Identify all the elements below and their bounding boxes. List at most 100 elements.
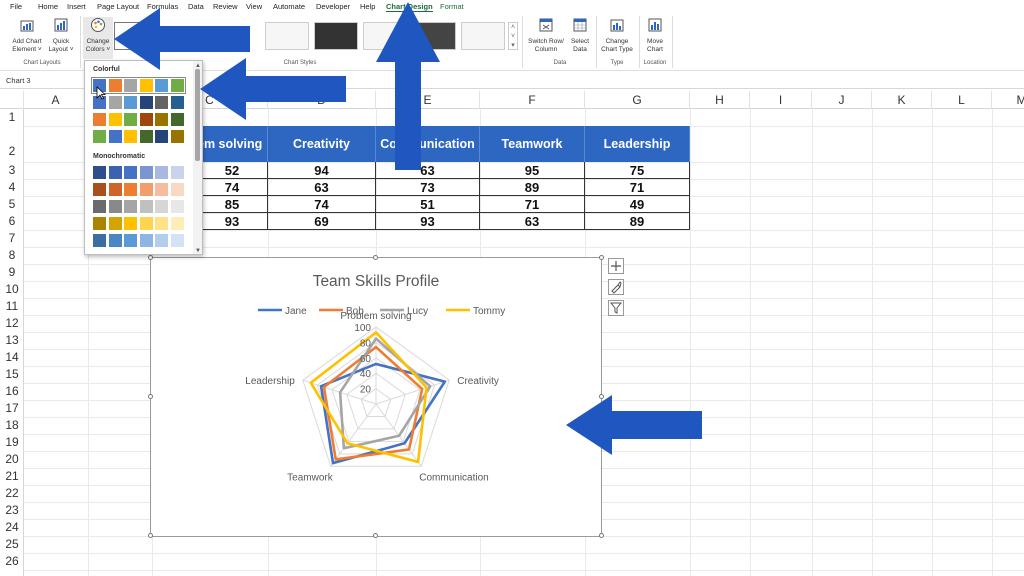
monochromatic-swatch[interactable] <box>108 183 122 196</box>
resize-handle-sw[interactable] <box>148 533 153 538</box>
monochromatic-swatch[interactable] <box>139 234 153 247</box>
table-cell[interactable]: 71 <box>480 196 585 213</box>
table-cell[interactable]: 51 <box>376 196 480 213</box>
colorful-swatch[interactable] <box>124 96 137 109</box>
move-chart-button[interactable]: Move Chart <box>641 17 669 54</box>
select-all-corner[interactable] <box>0 91 24 109</box>
column-header-j[interactable]: J <box>812 91 872 109</box>
monochromatic-swatch[interactable] <box>93 234 106 247</box>
column-header-a[interactable]: A <box>24 91 88 109</box>
table-cell[interactable]: 69 <box>268 213 376 230</box>
styles-scroll[interactable]: ˄ ˅ ▾ <box>508 22 518 50</box>
table-cell[interactable]: 89 <box>480 179 585 196</box>
tab-file[interactable]: File <box>10 2 22 11</box>
column-header-g[interactable]: G <box>585 91 690 109</box>
resize-handle-nw[interactable] <box>148 255 153 260</box>
row-header[interactable]: 4 <box>0 179 24 196</box>
tab-insert[interactable]: Insert <box>67 2 86 11</box>
header-creativity[interactable]: Creativity <box>268 126 376 162</box>
monochromatic-swatch[interactable] <box>170 217 184 230</box>
monochromatic-swatch[interactable] <box>124 234 137 247</box>
row-header[interactable]: 17 <box>0 400 24 417</box>
table-cell[interactable]: 71 <box>585 179 690 196</box>
table-cell[interactable]: 93 <box>376 213 480 230</box>
table-cell[interactable]: 85 <box>197 196 268 213</box>
table-cell[interactable]: 94 <box>268 162 376 179</box>
switch-row-column-button[interactable]: Switch Row/ Column <box>526 17 566 54</box>
change-colors-button[interactable]: Change Colors ˅ <box>83 17 113 59</box>
column-header-f[interactable]: F <box>480 91 585 109</box>
colorful-swatch[interactable] <box>139 113 153 126</box>
row-header[interactable]: 11 <box>0 298 24 315</box>
monochromatic-swatch[interactable] <box>155 166 168 179</box>
column-header-m[interactable]: M <box>992 91 1024 109</box>
monochromatic-swatch[interactable] <box>108 200 122 213</box>
chart-filters-button[interactable] <box>608 300 624 316</box>
row-header[interactable]: 25 <box>0 536 24 553</box>
header-problem-solving[interactable]: em solving <box>197 126 268 162</box>
row-header[interactable]: 7 <box>0 230 24 247</box>
tab-automate[interactable]: Automate <box>273 2 305 11</box>
table-cell[interactable]: 49 <box>585 196 690 213</box>
monochromatic-swatch[interactable] <box>93 183 106 196</box>
chart-style-thumb-3[interactable] <box>314 22 358 50</box>
resize-handle-w[interactable] <box>148 394 153 399</box>
row-header[interactable]: 22 <box>0 485 24 502</box>
colorful-swatch[interactable] <box>170 130 184 143</box>
monochromatic-swatch[interactable] <box>124 166 137 179</box>
monochromatic-swatch[interactable] <box>139 166 153 179</box>
monochromatic-swatch[interactable] <box>139 200 153 213</box>
monochromatic-swatch[interactable] <box>108 234 122 247</box>
resize-handle-se[interactable] <box>599 533 604 538</box>
colorful-swatch[interactable] <box>155 113 168 126</box>
monochromatic-swatch[interactable] <box>170 166 184 179</box>
row-header[interactable]: 24 <box>0 519 24 536</box>
table-cell[interactable]: 95 <box>480 162 585 179</box>
tab-format[interactable]: Format <box>440 2 464 11</box>
row-header[interactable]: 19 <box>0 434 24 451</box>
monochromatic-swatch[interactable] <box>139 183 153 196</box>
chart-elements-button[interactable] <box>608 258 624 274</box>
row-header[interactable]: 26 <box>0 553 24 570</box>
colorful-swatch[interactable] <box>108 113 122 126</box>
colorful-swatch[interactable] <box>108 130 122 143</box>
table-cell[interactable]: 74 <box>268 196 376 213</box>
row-header[interactable]: 13 <box>0 332 24 349</box>
resize-handle-ne[interactable] <box>599 255 604 260</box>
resize-handle-s[interactable] <box>373 533 378 538</box>
colorful-swatch[interactable] <box>108 96 122 109</box>
table-cell[interactable]: 93 <box>197 213 268 230</box>
monochromatic-swatch[interactable] <box>139 217 153 230</box>
row-header[interactable]: 23 <box>0 502 24 519</box>
table-cell[interactable]: 89 <box>585 213 690 230</box>
row-header[interactable]: 5 <box>0 196 24 213</box>
monochromatic-swatch[interactable] <box>155 183 168 196</box>
colorful-swatch[interactable] <box>124 130 137 143</box>
table-cell[interactable]: 63 <box>480 213 585 230</box>
column-header-h[interactable]: H <box>690 91 750 109</box>
table-cell[interactable]: 75 <box>585 162 690 179</box>
colorful-swatch[interactable] <box>124 113 137 126</box>
name-box[interactable]: Chart 3 <box>6 76 31 85</box>
monochromatic-swatch[interactable] <box>170 234 184 247</box>
monochromatic-swatch[interactable] <box>93 166 106 179</box>
colorful-swatch[interactable] <box>93 113 106 126</box>
row-header[interactable]: 16 <box>0 383 24 400</box>
chart-style-thumb-6[interactable] <box>461 22 505 50</box>
row-header[interactable]: 20 <box>0 451 24 468</box>
monochromatic-swatch[interactable] <box>155 234 168 247</box>
monochromatic-swatch[interactable] <box>124 183 137 196</box>
table-cell[interactable]: 63 <box>268 179 376 196</box>
header-teamwork[interactable]: Teamwork <box>480 126 585 162</box>
table-cell[interactable]: 52 <box>197 162 268 179</box>
monochromatic-swatch[interactable] <box>93 217 106 230</box>
row-header[interactable]: 18 <box>0 417 24 434</box>
chart-styles-button[interactable] <box>608 279 624 295</box>
row-header[interactable]: 14 <box>0 349 24 366</box>
monochromatic-swatch[interactable] <box>124 217 137 230</box>
monochromatic-swatch[interactable] <box>93 200 106 213</box>
colorful-swatch[interactable] <box>93 130 106 143</box>
row-header[interactable]: 1 <box>0 109 24 126</box>
monochromatic-swatch[interactable] <box>155 217 168 230</box>
chart-style-thumb-2[interactable] <box>265 22 309 50</box>
